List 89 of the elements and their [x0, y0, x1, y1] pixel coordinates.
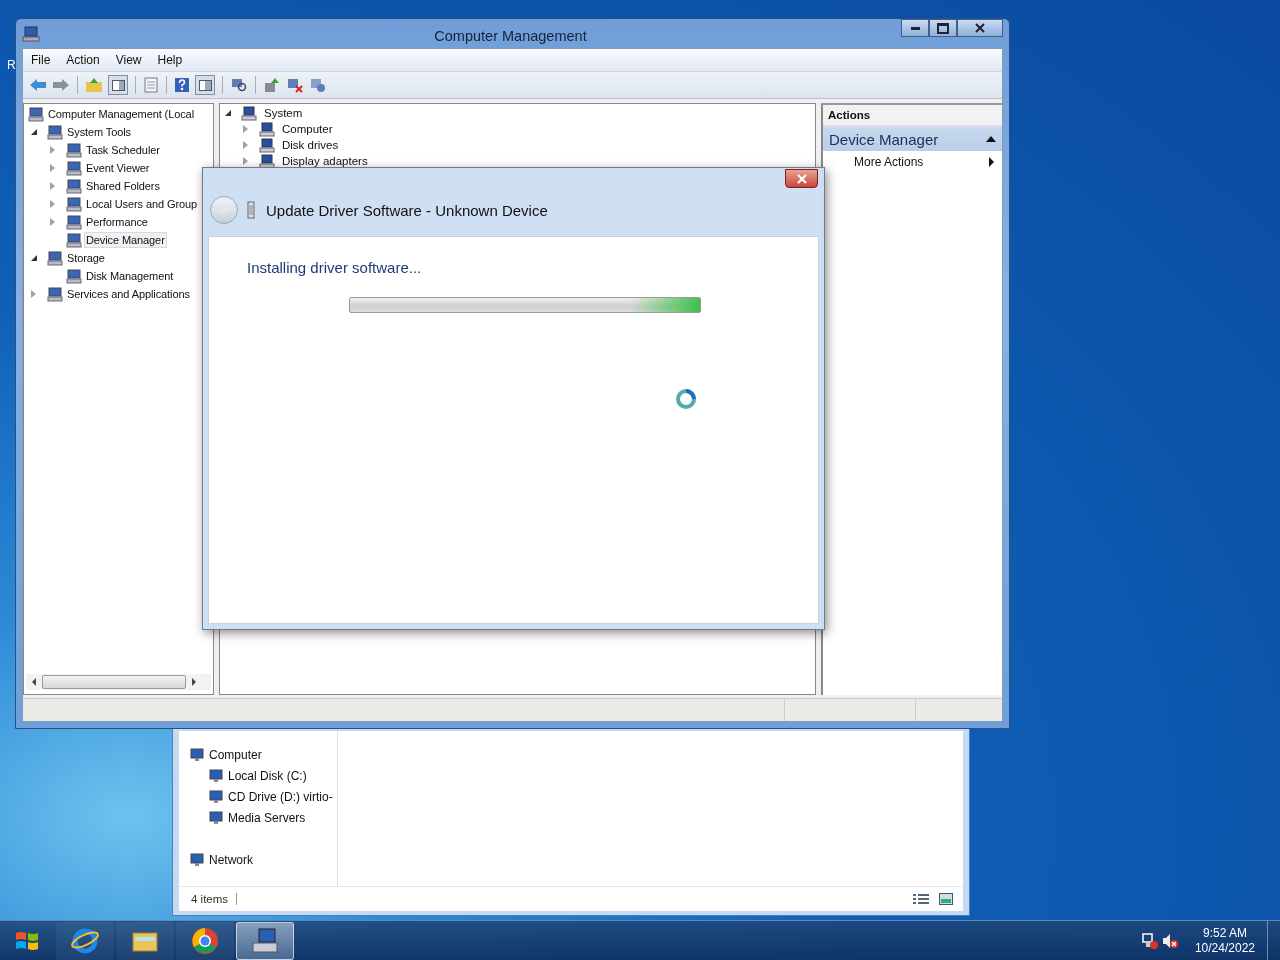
details-view-icon[interactable]: [913, 893, 929, 905]
device-icon: [259, 153, 275, 169]
nav-item[interactable]: Media Servers: [179, 807, 337, 828]
computer-icon: [47, 250, 63, 266]
device-icon: [246, 201, 256, 219]
tree-item[interactable]: Disk Management: [84, 268, 176, 284]
menu-item[interactable]: Help: [149, 53, 191, 67]
expander-icon[interactable]: [31, 129, 37, 135]
computer-icon: [47, 286, 63, 302]
horizontal-scrollbar[interactable]: [26, 674, 211, 690]
network-icon[interactable]: [1140, 931, 1159, 950]
tree-item[interactable]: Shared Folders: [84, 178, 162, 194]
scan-hardware-icon[interactable]: [230, 77, 248, 93]
menu-item[interactable]: File: [23, 53, 59, 67]
expander-icon[interactable]: [31, 255, 37, 261]
tree-item[interactable]: Computer Management (Local: [46, 106, 196, 122]
clock-time[interactable]: 9:52 AM: [1202, 925, 1247, 941]
computer-icon: [208, 809, 224, 826]
tree-item[interactable]: Performance: [84, 214, 150, 230]
expander-icon[interactable]: [225, 110, 231, 116]
taskbar-app-button[interactable]: [236, 921, 294, 960]
device-category[interactable]: Disk drives: [279, 137, 342, 153]
device-icon: [259, 121, 275, 137]
show-tree-button[interactable]: [108, 75, 128, 95]
status-message: Installing driver software...: [247, 259, 423, 276]
preview-view-icon[interactable]: [939, 893, 953, 905]
device-icon: [259, 137, 275, 153]
device-category[interactable]: System: [261, 105, 306, 121]
desktop-icon-label: R: [7, 58, 16, 72]
actions-section[interactable]: Device Manager: [823, 127, 1002, 151]
show-actions-button[interactable]: [195, 75, 215, 95]
section-title: Device Manager: [829, 130, 939, 148]
busy-cursor-icon: [675, 388, 697, 410]
uninstall-icon[interactable]: [286, 77, 304, 93]
tree-item[interactable]: Storage: [65, 250, 107, 266]
nav-item[interactable]: CD Drive (D:) virtio-: [179, 786, 337, 807]
nav-item[interactable]: Computer: [179, 744, 337, 765]
computer-icon: [66, 232, 82, 248]
tree-item[interactable]: Task Scheduler: [84, 142, 162, 158]
forward-arrow-icon[interactable]: [52, 77, 70, 93]
help-icon[interactable]: [174, 77, 190, 93]
tree-item[interactable]: Local Users and Group: [84, 196, 199, 212]
collapse-icon[interactable]: [986, 136, 996, 142]
submenu-arrow-icon: [989, 157, 994, 167]
update-driver-icon[interactable]: [263, 77, 281, 93]
computer-icon: [66, 160, 82, 176]
minimize-button[interactable]: [901, 19, 929, 37]
computer-icon: [47, 124, 63, 140]
computer-icon: [189, 851, 205, 868]
menu-item[interactable]: View: [107, 53, 150, 67]
computer-icon: [66, 196, 82, 212]
computer-icon: [66, 142, 82, 158]
action-link[interactable]: More Actions: [854, 155, 924, 169]
computer-icon: [250, 925, 280, 956]
device-category[interactable]: Computer: [279, 121, 336, 137]
back-arrow-icon[interactable]: [29, 77, 47, 93]
close-icon: [975, 23, 985, 33]
nav-item[interactable]: Network: [179, 849, 337, 870]
enable-device-icon[interactable]: [309, 77, 327, 93]
tree-item[interactable]: Device Manager: [84, 232, 167, 248]
close-icon: [796, 173, 807, 184]
close-button[interactable]: [785, 169, 818, 188]
folder-up-icon[interactable]: [85, 77, 103, 93]
actions-header: Actions: [823, 105, 1002, 127]
device-category[interactable]: Display adapters: [279, 153, 371, 169]
taskbar-app-button[interactable]: [176, 921, 234, 960]
taskbar-app-button[interactable]: [116, 921, 174, 960]
computer-icon: [28, 106, 44, 122]
computer-icon: [66, 178, 82, 194]
nav-item[interactable]: Local Disk (C:): [179, 765, 337, 786]
computer-icon: [66, 214, 82, 230]
browser-icon: [190, 925, 220, 956]
menu-item[interactable]: Action: [58, 53, 108, 67]
tree-item[interactable]: Event Viewer: [84, 160, 152, 176]
computer-icon: [208, 788, 224, 805]
window-title: Computer Management: [433, 26, 588, 44]
close-button[interactable]: [957, 19, 1003, 37]
maximize-button[interactable]: [929, 19, 957, 37]
taskbar-app-button[interactable]: [56, 921, 114, 960]
computer-icon: [22, 24, 40, 43]
computer-icon: [66, 268, 82, 284]
clock-date[interactable]: 10/24/2022: [1194, 940, 1255, 956]
device-icon: [241, 105, 257, 121]
dialog-title: Update Driver Software - Unknown Device: [266, 201, 548, 219]
computer-icon: [189, 746, 205, 763]
computer-icon: [208, 767, 224, 784]
tree-item[interactable]: System Tools: [65, 124, 133, 140]
tree-item[interactable]: Services and Applications: [65, 286, 192, 302]
item-count: 4 items: [191, 893, 238, 905]
